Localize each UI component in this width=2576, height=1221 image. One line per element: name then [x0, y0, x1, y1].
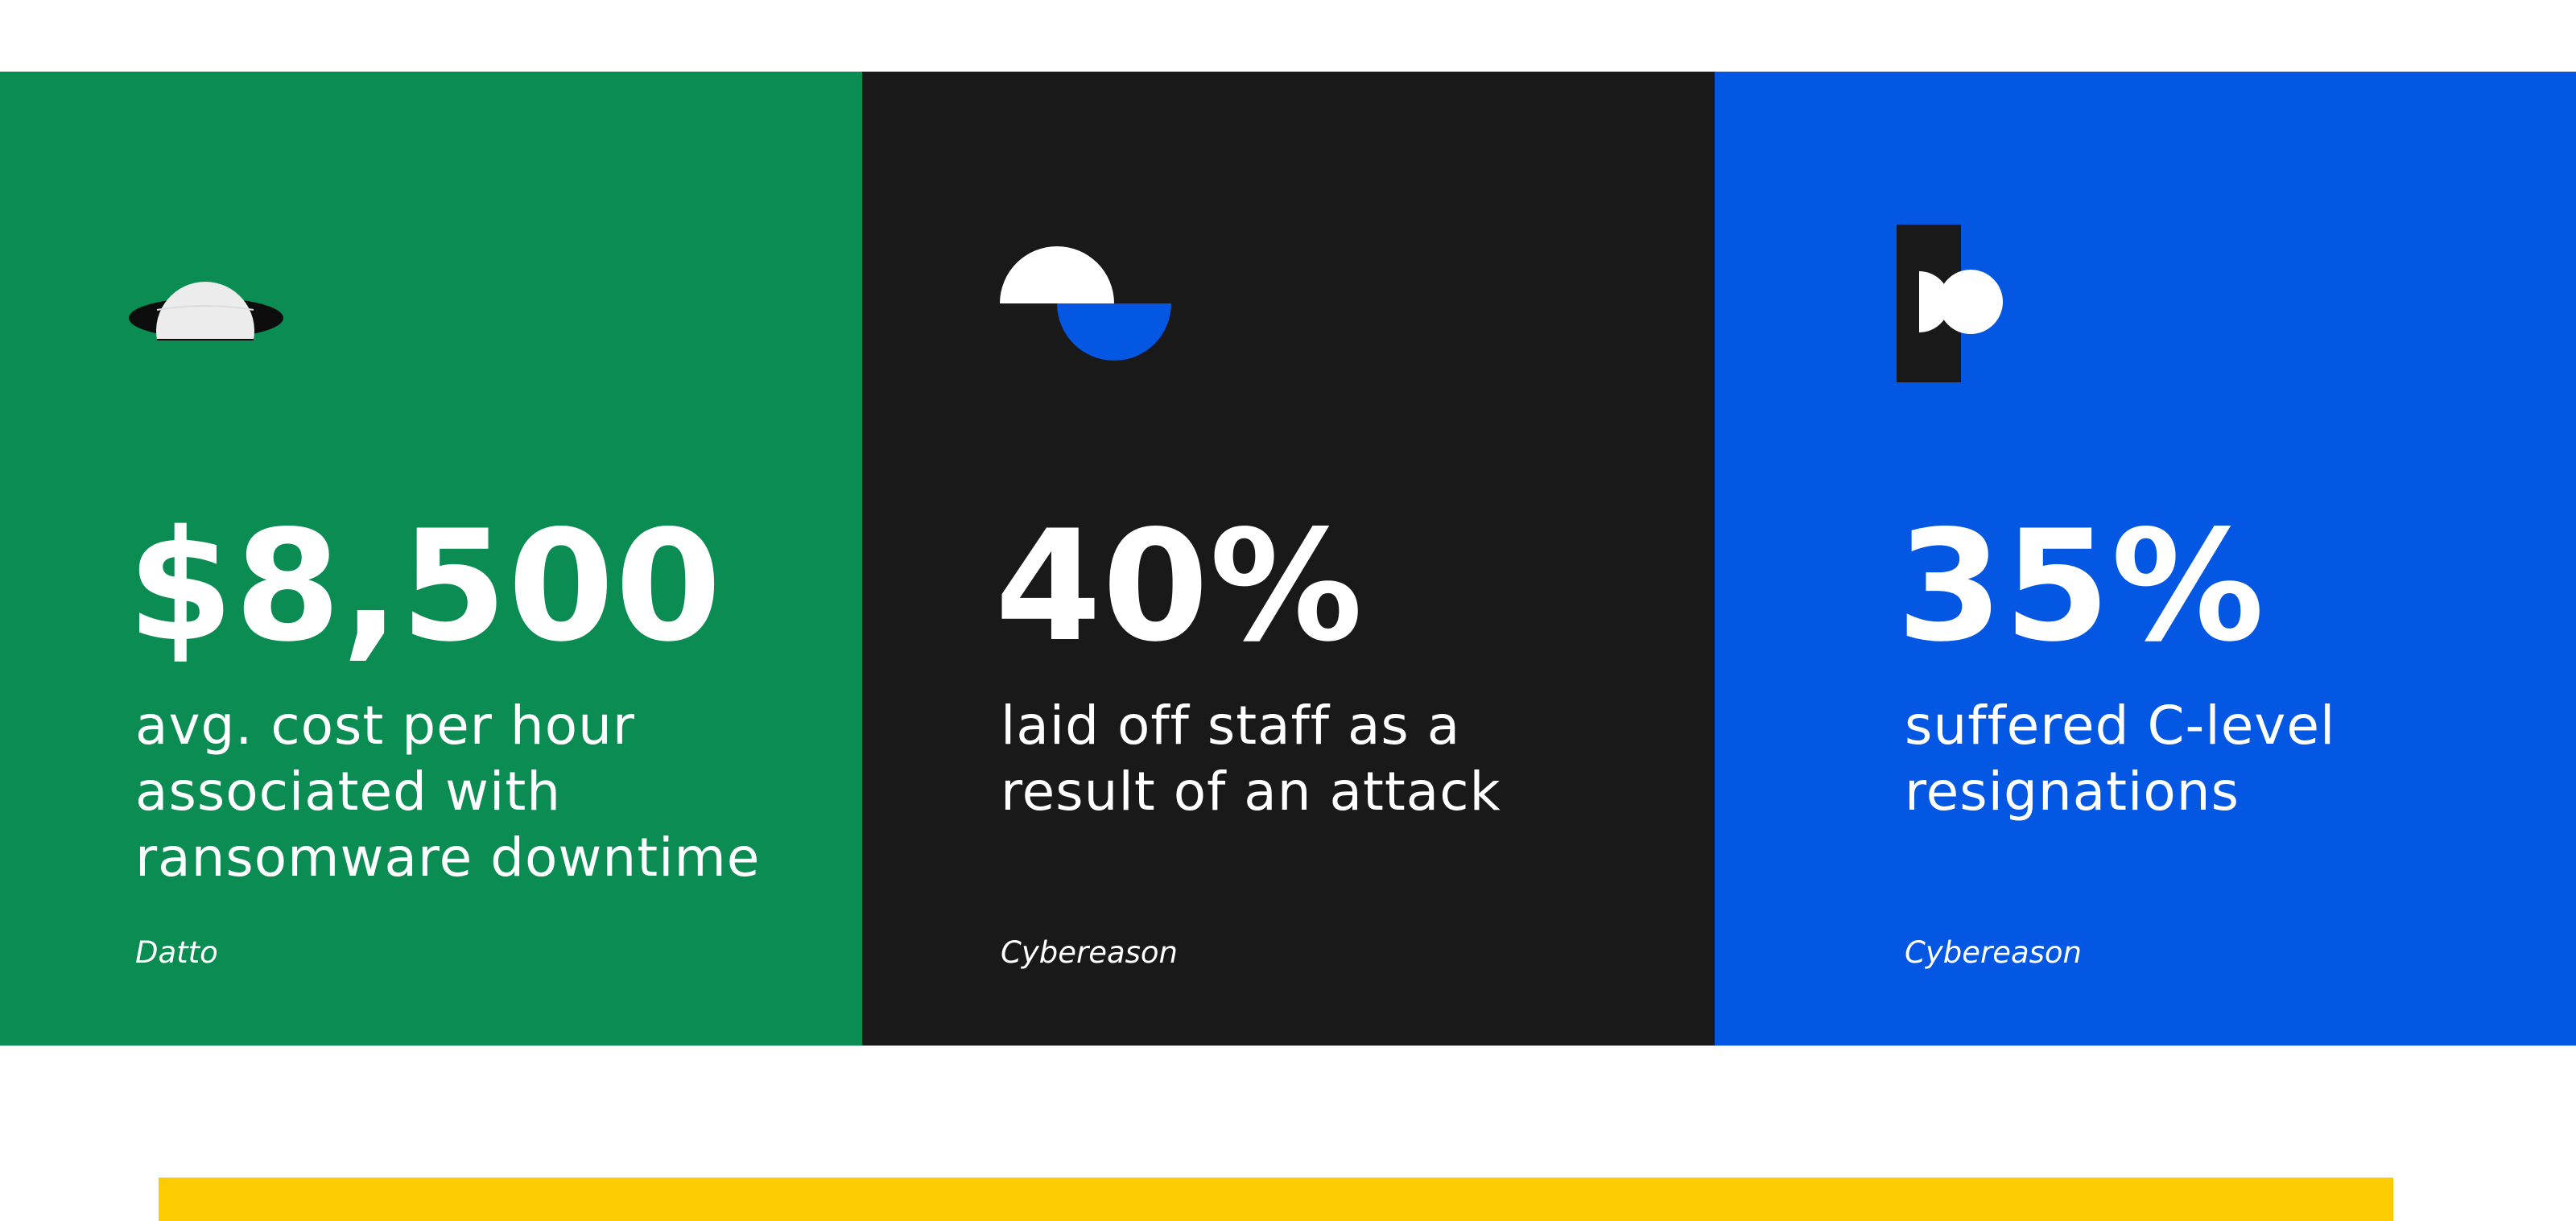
stat-description: suffered C-level resignations [1905, 695, 2336, 823]
stat-value: 35% [1897, 497, 2265, 675]
stat-card-downtime-cost: $8,500 avg. cost per hour associated wit… [0, 72, 862, 1046]
stat-card-resignations: 35% suffered C-level resignations Cybere… [1715, 72, 2576, 1046]
split-semicircles-icon [1000, 243, 1185, 368]
bar-and-dots-icon [1872, 225, 2009, 390]
page: $8,500 avg. cost per hour associated wit… [0, 0, 2576, 1221]
ball-in-hole-icon [127, 262, 285, 354]
stat-source: Datto [135, 935, 218, 970]
stat-card-layoffs: 40% laid off staff as a result of an att… [862, 72, 1715, 1046]
stat-value: 40% [995, 497, 1364, 675]
stats-row: $8,500 avg. cost per hour associated wit… [0, 72, 2576, 1046]
stat-description: laid off staff as a result of an attack [1001, 695, 1501, 823]
stat-description: avg. cost per hour associated with ranso… [135, 695, 761, 889]
stat-source: Cybereason [1905, 935, 2082, 970]
stat-value: $8,500 [127, 497, 723, 675]
stat-source: Cybereason [1001, 935, 1178, 970]
yellow-banner [159, 1178, 2393, 1221]
